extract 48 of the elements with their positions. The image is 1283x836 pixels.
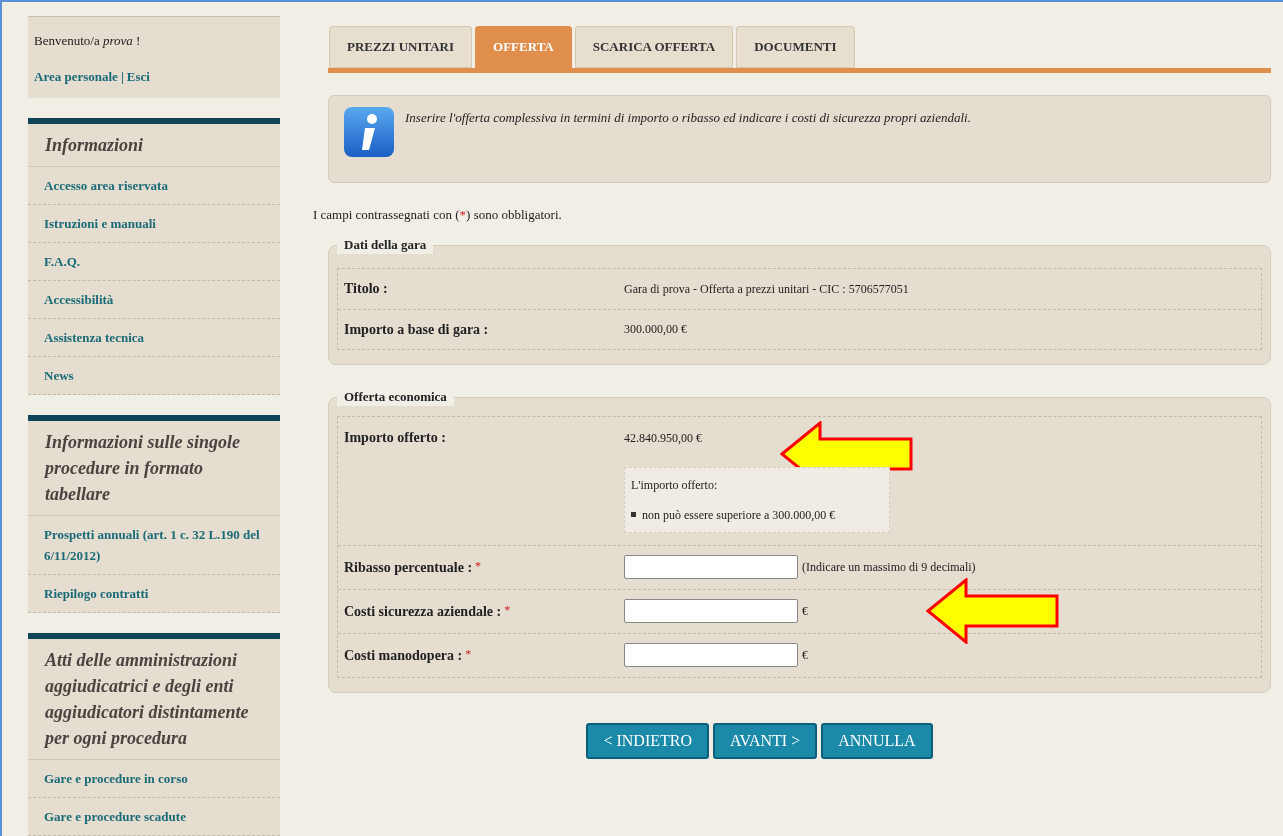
required-fields-note: I campi contrassegnati con (*) sono obbligatori. <box>313 206 563 224</box>
section-title: Informazioni <box>28 124 280 167</box>
tab[interactable]: DOCUMENTI <box>736 26 855 68</box>
input-field[interactable] <box>624 599 798 623</box>
field-suffix: (Indicare un massimo di 9 decimali) <box>802 559 976 576</box>
required-mark: * <box>475 557 482 575</box>
section-title: Atti delle amministrazioni aggiudicatrici e degli enti aggiudicatori distintamente per ogni procedura <box>28 639 280 760</box>
field-suffix: € <box>802 647 808 664</box>
field-label: Ribasso percentuale : <box>344 558 473 577</box>
field-label: Costi sicurezza aziendale : <box>344 602 502 621</box>
tab[interactable]: SCARICA OFFERTA <box>574 26 734 68</box>
welcome-text: Benvenuto/a prova ! <box>34 32 142 50</box>
row-label: Importo a base di gara : <box>344 320 490 339</box>
tab[interactable]: OFFERTA <box>475 26 572 68</box>
row-value: 42.840.950,00 € <box>624 429 702 447</box>
personal-area-link[interactable]: Area personale <box>34 66 118 86</box>
nav-button[interactable]: AVANTI > <box>713 722 818 759</box>
tab[interactable]: PREZZI UNITARI <box>329 26 473 68</box>
sidebar-link[interactable]: Gare e procedure in corso <box>28 760 280 798</box>
info-icon <box>343 106 395 158</box>
field-suffix: € <box>802 603 808 620</box>
row-label: Titolo : <box>344 280 389 298</box>
input-field[interactable] <box>624 555 798 579</box>
sidebar-link[interactable]: Accessibilità <box>28 281 280 319</box>
nav-button[interactable]: ANNULLA <box>821 722 933 759</box>
field-label: Costi manodopera : <box>344 646 463 665</box>
section-title: Informazioni sulle singole procedure in formato tabellare <box>28 421 280 516</box>
required-mark: * <box>465 645 472 663</box>
sidebar-link[interactable]: News <box>28 357 280 395</box>
sidebar-link[interactable]: Riepilogo contratti <box>28 575 280 613</box>
sidebar-link[interactable]: Prospetti annuali (art. 1 c. 32 L.190 del 6/11/2012) <box>28 516 280 575</box>
arrow-annotation-icon <box>926 578 1060 644</box>
note-title: L'importo offerto: <box>631 476 719 494</box>
input-field[interactable] <box>624 643 798 667</box>
link-separator: | <box>120 67 124 86</box>
row-value: Gara di prova - Offerta a prezzi unitari - CIC : 5706577051 <box>624 280 909 298</box>
info-message: Inserire l'offerta complessiva in termini di importo o ribasso ed indicare i costi di sicurezza propri aziendali. <box>405 109 971 127</box>
required-mark: * <box>504 601 511 619</box>
sidebar-link[interactable]: Istruzioni e manuali <box>28 205 280 243</box>
sidebar-link[interactable]: Assistenza tecnica <box>28 319 280 357</box>
row-value: 300.000,00 € <box>624 321 687 338</box>
note-item: non può essere superiore a 300.000,00 € <box>631 505 883 524</box>
logout-link[interactable]: Esci <box>126 66 150 86</box>
row-label: Importo offerto : <box>344 428 447 447</box>
nav-button[interactable]: < INDIETRO <box>586 722 709 759</box>
sidebar-link[interactable]: Gare e procedure scadute <box>28 798 280 836</box>
sidebar-link[interactable]: Accesso area riservata <box>28 167 280 205</box>
sidebar-link[interactable]: F.A.Q. <box>28 243 280 281</box>
